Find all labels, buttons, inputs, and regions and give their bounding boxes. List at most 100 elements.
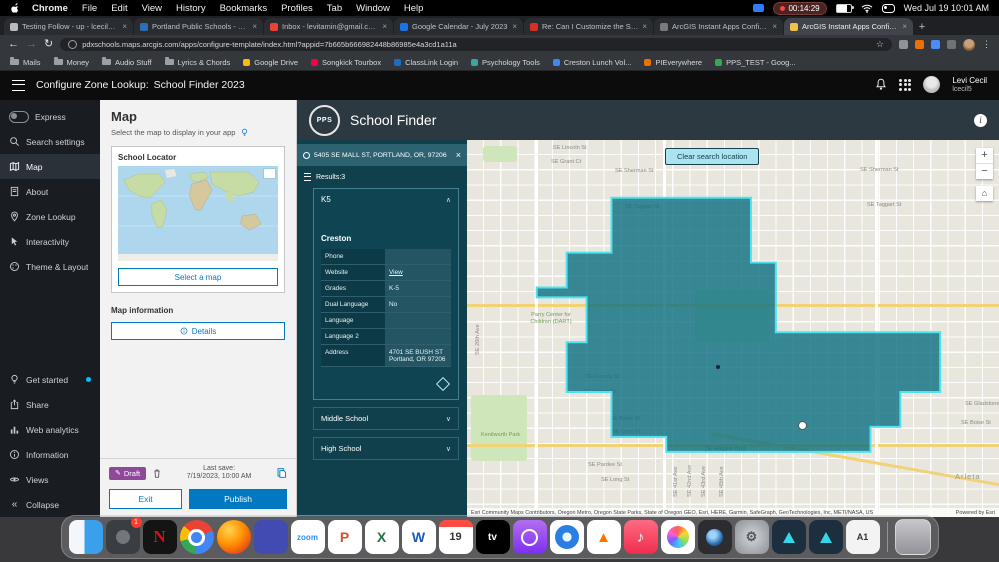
middle-school-accordion[interactable]: Middle School — [313, 407, 459, 430]
tab-close-icon[interactable] — [512, 23, 517, 31]
user-info[interactable]: Levi Cecil lcecil5 — [952, 76, 987, 93]
zoom-out-button[interactable] — [976, 163, 993, 179]
extension-icon[interactable] — [899, 40, 908, 49]
directions-icon[interactable] — [436, 377, 450, 391]
bookmark-item[interactable]: ClassLink Login — [394, 58, 458, 67]
sidebar-item-search-settings[interactable]: Search settings — [0, 129, 100, 154]
sidebar-item-collapse[interactable]: Collapse — [0, 492, 100, 517]
zoom-in-button[interactable] — [976, 148, 993, 163]
menu-profiles[interactable]: Profiles — [274, 3, 320, 14]
sidebar-item-zone-lookup[interactable]: Zone Lookup — [0, 204, 100, 229]
forward-button[interactable] — [26, 39, 37, 50]
sidebar-item-about[interactable]: About — [0, 179, 100, 204]
apple-music-dock-icon[interactable] — [624, 520, 658, 554]
wifi-icon[interactable] — [861, 4, 873, 13]
a1-app-dock-icon[interactable]: A1 — [846, 520, 880, 554]
bookmark-item[interactable]: PPS_TEST - Goog... — [715, 58, 795, 67]
safari-dock-icon[interactable] — [550, 520, 584, 554]
netflix-dock-icon[interactable]: N — [143, 520, 177, 554]
bookmark-star-icon[interactable] — [876, 39, 884, 50]
beacon-app-dock-icon[interactable] — [809, 520, 843, 554]
sidebar-item-theme-layout[interactable]: Theme & Layout — [0, 254, 100, 279]
duplicate-doc-icon[interactable] — [276, 467, 287, 479]
menu-edit[interactable]: Edit — [104, 3, 134, 14]
map-canvas[interactable]: SE Lincoln St SE Grant Ct SE Sherman St … — [467, 140, 999, 517]
display-status-icon[interactable] — [753, 4, 764, 12]
browser-tab[interactable]: Inbox - levitamin@gmail.com... — [264, 18, 393, 35]
tab-close-icon[interactable] — [902, 23, 907, 31]
word-dock-icon[interactable]: W — [402, 520, 436, 554]
browser-tab[interactable]: Google Calendar - July 2023 — [394, 18, 523, 35]
finder-dock-icon[interactable] — [69, 520, 103, 554]
app-info-icon[interactable]: i — [974, 114, 987, 127]
trash-dock-icon[interactable] — [895, 519, 931, 555]
clear-address-icon[interactable] — [456, 150, 461, 160]
bookmark-item[interactable]: Songkick Tourbox — [311, 58, 381, 67]
vlc-dock-icon[interactable] — [587, 520, 621, 554]
menu-bookmarks[interactable]: Bookmarks — [213, 3, 275, 14]
tab-close-icon[interactable] — [772, 23, 777, 31]
k5-accordion-header[interactable]: K5 — [314, 189, 458, 210]
tab-close-icon[interactable] — [642, 23, 647, 31]
hamburger-menu-icon[interactable] — [12, 80, 25, 91]
control-center-icon[interactable] — [882, 4, 895, 13]
browser-profile-avatar[interactable] — [963, 39, 975, 51]
home-extent-button[interactable] — [976, 186, 993, 201]
browser-tab[interactable]: ArcGIS Instant Apps Configura... — [654, 18, 783, 35]
user-avatar[interactable] — [923, 76, 940, 93]
firefox-dock-icon[interactable] — [217, 520, 251, 554]
menu-tab[interactable]: Tab — [320, 3, 349, 14]
menu-help[interactable]: Help — [397, 3, 431, 14]
bookmark-folder[interactable]: Money — [54, 58, 90, 67]
address-bar[interactable]: pdxschools.maps.arcgis.com/apps/configur… — [60, 38, 892, 51]
sidebar-item-map[interactable]: Map — [0, 154, 100, 179]
browser-tab[interactable]: Testing Follow - up - lcecil@p... — [4, 18, 133, 35]
express-toggle[interactable]: Express — [0, 104, 100, 129]
apple-tv-dock-icon[interactable]: tv — [476, 520, 510, 554]
bookmark-item[interactable]: Google Drive — [243, 58, 298, 67]
publish-button[interactable]: Publish — [189, 489, 287, 509]
new-tab-button[interactable] — [914, 19, 930, 35]
website-view-link[interactable]: View — [385, 265, 451, 280]
browser-tab-active[interactable]: ArcGIS Instant Apps Configura... — [784, 18, 913, 35]
menu-bar-clock[interactable]: Wed Jul 19 10:01 AM — [904, 3, 989, 13]
tab-close-icon[interactable] — [122, 23, 127, 31]
tab-close-icon[interactable] — [382, 23, 387, 31]
sidebar-item-views[interactable]: Views — [0, 467, 100, 492]
menu-window[interactable]: Window — [349, 3, 397, 14]
menu-history[interactable]: History — [169, 3, 213, 14]
beacon-app-dock-icon[interactable] — [772, 520, 806, 554]
browser-tab[interactable]: Portland Public Schools - Cale... — [134, 18, 263, 35]
system-settings-dock-icon[interactable] — [735, 520, 769, 554]
search-location-marker[interactable] — [716, 365, 720, 369]
back-button[interactable] — [8, 39, 19, 50]
reload-button[interactable] — [44, 39, 53, 50]
menu-view[interactable]: View — [135, 3, 169, 14]
delete-trash-icon[interactable] — [152, 468, 162, 479]
powerpoint-dock-icon[interactable]: P — [328, 520, 362, 554]
site-info-icon[interactable] — [68, 40, 77, 49]
menu-chrome[interactable]: Chrome — [25, 3, 75, 14]
zoom-dock-icon[interactable]: zoom — [291, 520, 325, 554]
sidebar-item-information[interactable]: Information — [0, 442, 100, 467]
bookmark-item[interactable]: Creston Lunch Vol... — [553, 58, 632, 67]
extensions-puzzle-icon[interactable] — [947, 40, 956, 49]
bookmark-folder[interactable]: Mails — [10, 58, 41, 67]
bookmark-folder[interactable]: Lyrics & Chords — [165, 58, 231, 67]
bookmark-folder[interactable]: Audio Stuff — [102, 58, 152, 67]
extension-icon[interactable] — [915, 40, 924, 49]
details-button[interactable]: Details — [111, 322, 285, 340]
bookmark-item[interactable]: PIEverywhere — [644, 58, 702, 67]
school-location-marker[interactable] — [798, 421, 807, 430]
apple-logo-icon[interactable] — [10, 3, 21, 14]
notifications-bell-icon[interactable] — [875, 78, 887, 91]
webmap-thumbnail[interactable] — [118, 166, 278, 261]
browser-tab[interactable]: Re: Can I Customize the Schoo... — [524, 18, 653, 35]
exit-button[interactable]: Exit — [109, 489, 182, 509]
podcasts-dock-icon[interactable] — [513, 520, 547, 554]
high-school-accordion[interactable]: High School — [313, 437, 459, 460]
menu-file[interactable]: File — [75, 3, 104, 14]
excel-dock-icon[interactable]: X — [365, 520, 399, 554]
extension-icon[interactable] — [931, 40, 940, 49]
sidebar-item-get-started[interactable]: Get started — [0, 367, 100, 392]
